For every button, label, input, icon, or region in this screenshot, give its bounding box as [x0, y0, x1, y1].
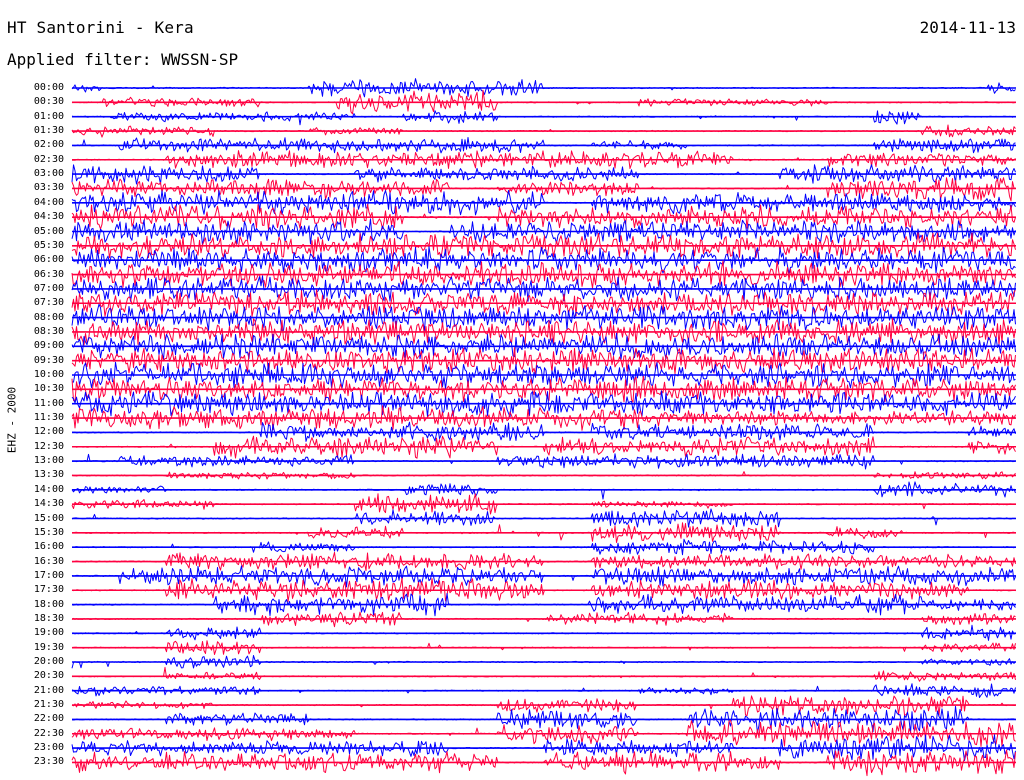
helicorder-plot: [71, 78, 1016, 777]
trace-line: [71, 666, 1016, 682]
trace-line: [71, 177, 1016, 202]
trace-line: [71, 110, 1016, 126]
